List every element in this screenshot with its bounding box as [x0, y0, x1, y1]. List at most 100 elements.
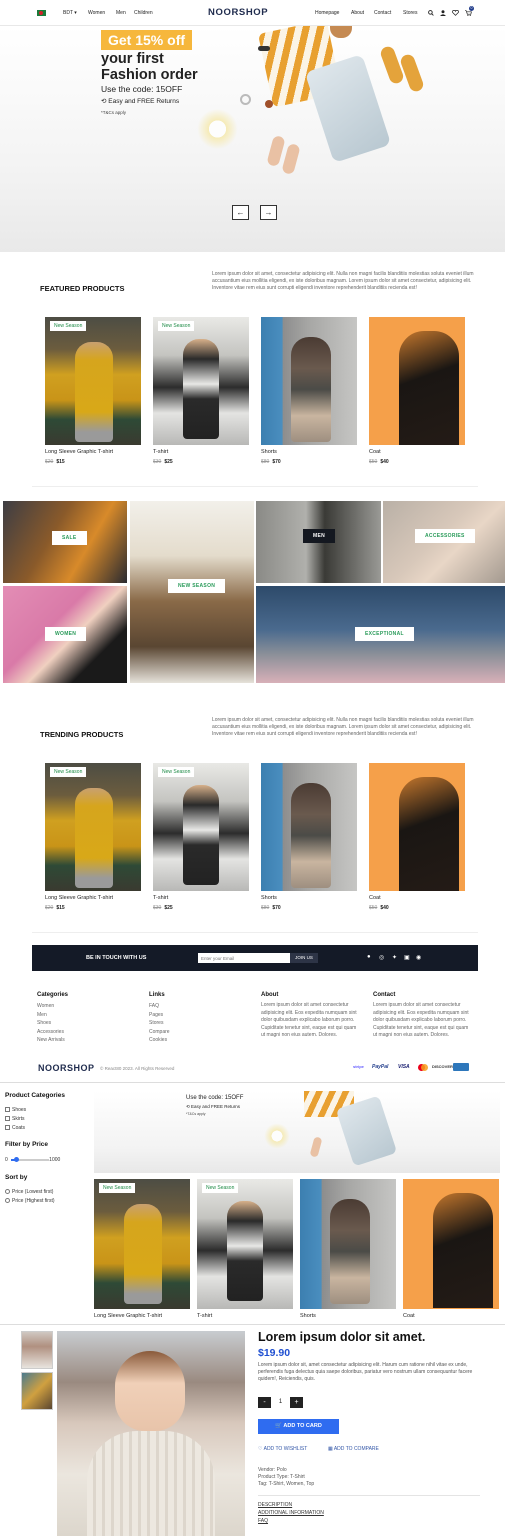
product-name[interactable]: Long Sleeve Graphic T-shirt	[45, 895, 141, 901]
price-slider-thumb[interactable]	[14, 1157, 19, 1162]
twitter-icon[interactable]: ✦	[392, 954, 397, 961]
men-tile[interactable]: MEN	[256, 501, 381, 583]
product-card[interactable]: New Season Long Sleeve Graphic T-shirt $…	[45, 763, 141, 911]
footer-link[interactable]: Men	[37, 1011, 68, 1020]
sale-tile[interactable]: SALE	[3, 501, 127, 583]
accessories-tile[interactable]: ACCESSORIES	[383, 501, 505, 583]
filter-checkbox[interactable]: Coats	[5, 1125, 25, 1131]
prev-slide-button[interactable]: ←	[232, 205, 249, 220]
main-product-image[interactable]	[57, 1331, 245, 1536]
bangladesh-flag-icon[interactable]	[37, 10, 46, 16]
product-name[interactable]: Coat	[403, 1313, 499, 1319]
nav-about[interactable]: About	[351, 10, 364, 16]
exceptional-tile[interactable]: EXCEPTIONAL	[256, 586, 505, 683]
qty-value[interactable]: 1	[274, 1397, 287, 1408]
instagram-icon[interactable]: ◎	[379, 954, 384, 961]
product-image[interactable]: New Season	[94, 1179, 190, 1309]
product-name[interactable]: Shorts	[261, 449, 357, 455]
product-card[interactable]: New Season T-shirt $30 $25	[153, 763, 249, 911]
footer-link[interactable]: Accessories	[37, 1028, 68, 1037]
product-image[interactable]	[261, 317, 357, 445]
product-card[interactable]: Coat $50 $40	[369, 317, 465, 465]
product-card[interactable]: Shorts	[300, 1179, 396, 1319]
filter-checkbox[interactable]: Shoes	[5, 1107, 26, 1113]
nav-homepage[interactable]: Homepage	[315, 10, 339, 16]
search-icon[interactable]	[428, 10, 434, 16]
new-season-tile[interactable]: NEW SEASON	[130, 501, 254, 683]
accessories-label[interactable]: ACCESSORIES	[415, 529, 475, 543]
product-image[interactable]: New Season	[153, 763, 249, 891]
product-name[interactable]: Shorts	[261, 895, 357, 901]
product-card[interactable]: Shorts $80 $70	[261, 763, 357, 911]
tab-description[interactable]: DESCRIPTION	[258, 1502, 292, 1508]
nav-men[interactable]: Men	[116, 10, 126, 16]
product-name[interactable]: T-shirt	[153, 449, 249, 455]
footer-link[interactable]: New Arrivals	[37, 1036, 68, 1045]
product-card[interactable]: Coat $50 $40	[369, 763, 465, 911]
product-card[interactable]: New Season Long Sleeve Graphic T-shirt $…	[45, 317, 141, 465]
currency-select[interactable]: BDT ▾	[63, 10, 77, 16]
next-slide-button[interactable]: →	[260, 205, 277, 220]
product-image[interactable]	[369, 317, 465, 445]
new-season-badge: New Season	[202, 1183, 239, 1193]
add-to-wishlist-link[interactable]: ♡ ADD TO WISHLIST	[258, 1446, 307, 1452]
product-image[interactable]	[300, 1179, 396, 1309]
product-name[interactable]: Long Sleeve Graphic T-shirt	[94, 1313, 190, 1319]
thumbnail-image[interactable]	[21, 1331, 53, 1369]
product-name[interactable]: T-shirt	[197, 1313, 293, 1319]
women-tile[interactable]: WOMEN	[3, 586, 127, 683]
sale-label[interactable]: SALE	[52, 531, 87, 545]
footer-logo[interactable]: NOORSHOP	[38, 1063, 95, 1073]
product-name[interactable]: Coat	[369, 449, 465, 455]
product-image[interactable]: New Season	[153, 317, 249, 445]
filter-checkbox[interactable]: Skirts	[5, 1116, 25, 1122]
footer-link[interactable]: Stores	[149, 1019, 170, 1028]
product-card[interactable]: New Season T-shirt	[197, 1179, 293, 1319]
add-to-cart-button[interactable]: 🛒 ADD TO CARD	[258, 1419, 339, 1434]
github-icon[interactable]: ◉	[416, 954, 421, 961]
qty-minus-button[interactable]: -	[258, 1397, 271, 1408]
add-to-compare-link[interactable]: ▦ ADD TO COMPARE	[328, 1446, 379, 1452]
exceptional-label[interactable]: EXCEPTIONAL	[355, 627, 414, 641]
nav-contact[interactable]: Contact	[374, 10, 391, 16]
footer-link[interactable]: FAQ	[149, 1002, 170, 1011]
heart-icon[interactable]	[452, 10, 459, 16]
product-name[interactable]: Long Sleeve Graphic T-shirt	[45, 449, 141, 455]
product-name[interactable]: Coat	[369, 895, 465, 901]
email-input[interactable]	[198, 953, 290, 963]
product-image[interactable]: New Season	[45, 317, 141, 445]
product-image[interactable]: New Season	[197, 1179, 293, 1309]
footer-link[interactable]: Compare	[149, 1028, 170, 1037]
thumbnail-image[interactable]	[21, 1372, 53, 1410]
site-logo[interactable]: NOORSHOP	[208, 7, 268, 18]
qty-plus-button[interactable]: +	[290, 1397, 303, 1408]
linkedin-icon[interactable]: ▣	[404, 954, 410, 961]
nav-children[interactable]: Children	[134, 10, 153, 16]
join-button[interactable]: JOIN US	[290, 953, 318, 963]
sort-radio[interactable]: Price (Highest first)	[5, 1198, 55, 1204]
product-name[interactable]: T-shirt	[153, 895, 249, 901]
men-label[interactable]: MEN	[303, 529, 336, 543]
product-image[interactable]	[261, 763, 357, 891]
product-card[interactable]: New Season T-shirt $30 $25	[153, 317, 249, 465]
product-image[interactable]	[403, 1179, 499, 1309]
nav-women[interactable]: Women	[88, 10, 105, 16]
women-label[interactable]: WOMEN	[45, 627, 87, 641]
new-season-label[interactable]: NEW SEASON	[168, 579, 226, 593]
nav-stores[interactable]: Stores	[403, 10, 417, 16]
footer-link[interactable]: Women	[37, 1002, 68, 1011]
product-card[interactable]: Shorts $80 $70	[261, 317, 357, 465]
user-icon[interactable]	[440, 10, 446, 16]
product-card[interactable]: Coat	[403, 1179, 499, 1319]
product-image[interactable]	[369, 763, 465, 891]
sort-radio[interactable]: Price (Lowest first)	[5, 1189, 53, 1195]
footer-link[interactable]: Pages	[149, 1011, 170, 1020]
product-card[interactable]: New Season Long Sleeve Graphic T-shirt	[94, 1179, 190, 1319]
footer-link[interactable]: Cookies	[149, 1036, 170, 1045]
tab-additional-info[interactable]: ADDITIONAL INFORMATION	[258, 1510, 324, 1516]
product-image[interactable]: New Season	[45, 763, 141, 891]
footer-link[interactable]: Shoes	[37, 1019, 68, 1028]
product-name[interactable]: Shorts	[300, 1313, 396, 1319]
facebook-icon[interactable]: ●	[367, 954, 371, 960]
tab-faq[interactable]: FAQ	[258, 1518, 268, 1524]
